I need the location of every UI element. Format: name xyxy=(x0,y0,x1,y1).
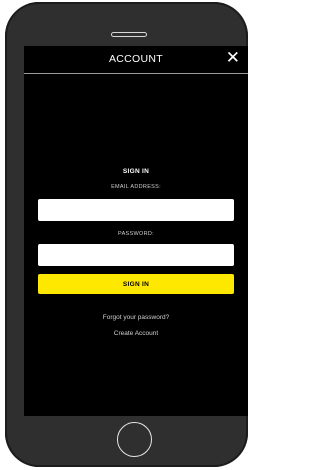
email-field[interactable] xyxy=(38,199,234,221)
sign-in-heading: SIGN IN xyxy=(122,168,150,175)
create-account-link[interactable]: Create Account xyxy=(24,330,248,337)
page-title: ACCOUNT xyxy=(108,53,163,65)
password-label: PASSWORD: xyxy=(118,231,154,237)
phone-frame: ACCOUNT ✕ SIGN IN EMAIL ADDRESS: PASSWOR… xyxy=(5,2,248,467)
speaker-slot xyxy=(111,32,147,37)
header-bar: ACCOUNT ✕ xyxy=(24,46,248,72)
home-button[interactable] xyxy=(117,422,152,457)
phone-screen: ACCOUNT ✕ SIGN IN EMAIL ADDRESS: PASSWOR… xyxy=(24,46,248,416)
password-field[interactable] xyxy=(38,244,234,266)
forgot-password-link[interactable]: Forgot your password? xyxy=(24,314,248,321)
sign-in-button[interactable]: SIGN IN xyxy=(38,274,234,294)
close-icon[interactable]: ✕ xyxy=(226,48,240,68)
email-label: EMAIL ADDRESS: xyxy=(111,184,161,190)
header-divider xyxy=(24,73,248,74)
